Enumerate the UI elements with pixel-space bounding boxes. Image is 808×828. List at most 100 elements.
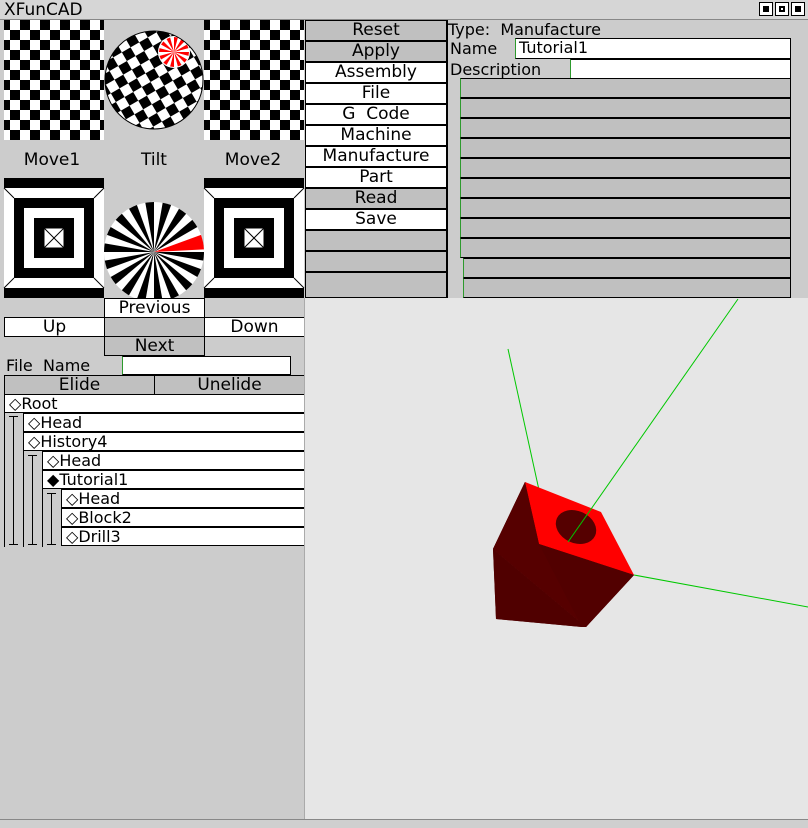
tree-row-label: Block2 — [78, 508, 132, 527]
tree-row-label: Drill3 — [78, 527, 121, 546]
axis-y-line — [567, 298, 739, 543]
panel-divider — [447, 20, 448, 298]
tree-row-label: Head — [78, 489, 121, 508]
command-button-reset[interactable]: Reset — [305, 20, 447, 41]
pan-left-control[interactable] — [3, 178, 105, 298]
tree-row-block[interactable]: ◇Block2 — [61, 508, 305, 527]
description-label: Description — [450, 60, 542, 79]
name-label: Name — [450, 39, 498, 58]
navigation-controls: Move1 Tilt Move2 — [3, 20, 305, 298]
close-button[interactable] — [791, 2, 805, 16]
description-input[interactable] — [570, 59, 791, 80]
up-button[interactable]: Up — [4, 317, 105, 337]
tree-guide-tick — [47, 493, 56, 494]
3d-viewport[interactable] — [305, 298, 808, 819]
minimize-button[interactable] — [759, 2, 773, 16]
command-button-file[interactable]: File — [305, 83, 447, 104]
tree-row-root[interactable]: ◇Root — [4, 394, 305, 413]
command-button-empty[interactable] — [305, 251, 447, 272]
move1-label: Move1 — [24, 150, 80, 170]
tree-border — [23, 432, 24, 547]
type-value: Manufacture — [500, 20, 601, 39]
3d-model-view — [493, 298, 808, 627]
diamond-icon: ◇ — [47, 451, 60, 470]
command-button-assembly[interactable]: Assembly — [305, 62, 447, 83]
block-model[interactable] — [493, 482, 634, 627]
move2-label: Move2 — [225, 150, 281, 170]
down-button[interactable]: Down — [204, 317, 305, 337]
axis-x-line — [633, 574, 808, 608]
command-button-g-code[interactable]: G Code — [305, 104, 447, 125]
command-button-save[interactable]: Save — [305, 209, 447, 230]
description-line[interactable] — [460, 198, 791, 218]
tree-row-drill[interactable]: ◇Drill3 — [61, 527, 305, 546]
type-row: Type: Manufacture — [448, 20, 808, 40]
axis-z-line — [507, 348, 540, 491]
app-title: FunCAD — [15, 0, 83, 20]
next-button[interactable]: Next — [104, 336, 205, 356]
elide-button[interactable]: Elide — [4, 375, 155, 395]
command-button-apply[interactable]: Apply — [305, 41, 447, 62]
description-line[interactable] — [460, 158, 791, 178]
maximize-button[interactable] — [775, 2, 789, 16]
type-label: Type: — [448, 20, 491, 39]
name-input[interactable]: Tutorial1 — [515, 38, 791, 59]
diamond-icon: ◇ — [66, 508, 79, 527]
tree-row-label: Head — [59, 451, 102, 470]
tree-guide — [32, 455, 33, 545]
file-name-input[interactable] — [122, 356, 291, 375]
description-line[interactable] — [460, 238, 791, 258]
tree-row-label: History4 — [40, 432, 108, 451]
tree-guide-tick — [28, 544, 37, 545]
diamond-icon: ◇ — [66, 489, 79, 508]
diamond-icon: ◇ — [66, 527, 79, 546]
tree-row-label: Tutorial1 — [59, 470, 129, 489]
filled-diamond-icon: ◆ — [47, 470, 60, 489]
description-line[interactable] — [463, 258, 791, 278]
rotate-dial-control[interactable] — [104, 202, 204, 298]
previous-button[interactable]: Previous — [104, 298, 205, 318]
x-logo-icon: X — [4, 0, 16, 20]
tree-row-tutorial-head[interactable]: ◇Head — [61, 489, 305, 508]
pan-right-control[interactable] — [203, 178, 305, 298]
window-titlebar: XFunCAD — [0, 0, 808, 20]
diamond-icon: ◇ — [28, 432, 41, 451]
file-name-label: File Name — [6, 356, 91, 375]
description-line[interactable] — [460, 78, 791, 98]
tree-row-tutorial[interactable]: ◆Tutorial1 — [42, 470, 305, 489]
maximize-icon — [779, 6, 785, 12]
tree-guide-tick — [47, 544, 56, 545]
tree-row-history[interactable]: ◇History4 — [23, 432, 305, 451]
description-line[interactable] — [463, 278, 791, 298]
window-title: XFunCAD — [4, 0, 83, 20]
center-blank-button[interactable] — [104, 317, 205, 337]
tree-guide — [51, 493, 52, 545]
description-line[interactable] — [460, 178, 791, 198]
unelide-button[interactable]: Unelide — [154, 375, 305, 395]
description-line[interactable] — [460, 118, 791, 138]
command-button-part[interactable]: Part — [305, 167, 447, 188]
command-button-machine[interactable]: Machine — [305, 125, 447, 146]
history-tree: ◇Root ◇Head ◇History4 ◇Head ◆Tutorial1 ◇… — [4, 394, 305, 547]
tree-border — [42, 470, 43, 547]
description-line[interactable] — [460, 98, 791, 118]
description-line[interactable] — [460, 218, 791, 238]
move2-control[interactable] — [204, 20, 304, 140]
tilt-label: Tilt — [140, 150, 167, 170]
diamond-icon: ◇ — [28, 413, 41, 432]
close-icon — [795, 6, 801, 12]
window-bottom-border — [0, 819, 808, 828]
minimize-icon — [763, 6, 769, 12]
viewport-divider — [304, 298, 305, 819]
command-button-read[interactable]: Read — [305, 188, 447, 209]
command-button-empty[interactable] — [305, 230, 447, 251]
tree-row-label: Root — [21, 394, 58, 413]
tree-row-history-head[interactable]: ◇Head — [42, 451, 305, 470]
tree-row-label: Head — [40, 413, 83, 432]
tree-border — [4, 394, 23, 547]
command-button-empty[interactable] — [305, 272, 447, 298]
description-line[interactable] — [460, 138, 791, 158]
command-button-manufacture[interactable]: Manufacture — [305, 146, 447, 167]
move1-control[interactable] — [4, 20, 104, 140]
tree-row-head[interactable]: ◇Head — [23, 413, 305, 432]
